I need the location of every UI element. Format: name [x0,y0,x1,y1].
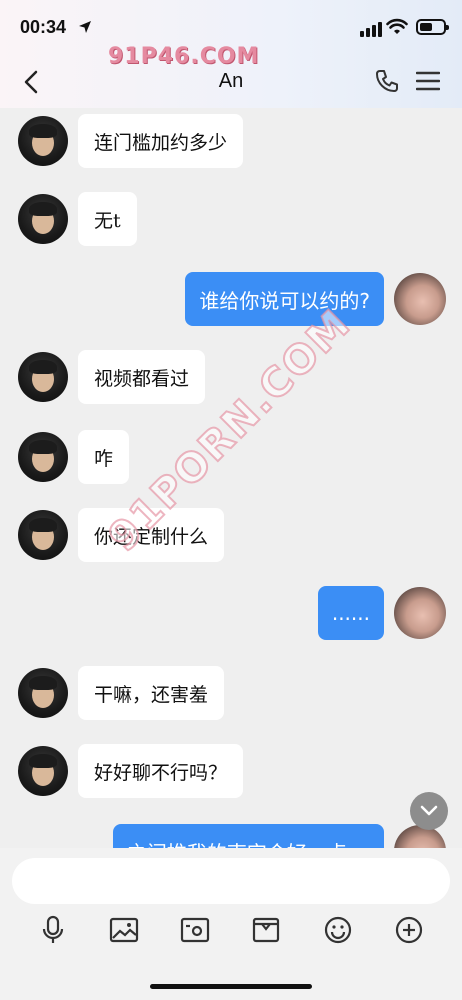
box-icon[interactable] [250,914,282,946]
battery-icon [416,19,449,35]
message-bubble-incoming[interactable]: 你还定制什么 [78,508,225,562]
composer [0,848,462,1000]
composer-toolbar [0,914,462,948]
plus-icon[interactable] [393,914,425,946]
microphone-icon[interactable] [37,914,69,946]
scroll-to-bottom-button[interactable] [410,792,448,830]
contact-avatar[interactable] [18,352,68,402]
message-row: 之间推我的南宫会好一点 ✏ [112,824,446,848]
message-input[interactable] [12,858,450,904]
message-bubble-outgoing[interactable]: ...... [317,586,384,640]
home-indicator[interactable] [150,984,312,989]
menu-icon[interactable] [416,70,440,92]
phone-icon[interactable] [374,68,400,94]
message-bubble-incoming[interactable]: 无t [78,192,137,246]
contact-avatar[interactable] [18,746,68,796]
status-time: 00:34 [20,17,67,37]
message-row: 干嘛，还害羞 [18,666,225,720]
message-bubble-incoming[interactable]: 干嘛，还害羞 [78,666,225,720]
message-row: 好好聊不行吗？ [18,744,244,798]
wifi-icon [386,18,408,34]
message-row: 咋 [18,430,130,484]
message-row: 谁给你说可以约的? [185,272,446,326]
message-bubble-outgoing[interactable]: 谁给你说可以约的? [185,272,384,326]
image-icon[interactable] [108,914,140,946]
message-row: 连门槛加约多少 [18,114,244,168]
cellular-signal-icon [360,22,382,37]
my-avatar[interactable] [394,587,446,639]
watermark-logo: 91P46.COM [108,44,260,69]
location-arrow-icon [79,21,91,33]
contact-avatar[interactable] [18,668,68,718]
message-row: ...... [317,586,446,640]
message-row: 视频都看过 [18,350,206,404]
message-bubble-incoming[interactable]: 连门槛加约多少 [78,114,244,168]
message-bubble-incoming[interactable]: 咋 [78,430,130,484]
chevron-down-icon [420,805,438,816]
contact-avatar[interactable] [18,194,68,244]
message-bubble-outgoing[interactable]: 之间推我的南宫会好一点 ✏ [112,824,384,848]
my-avatar[interactable] [394,273,446,325]
contact-avatar[interactable] [18,510,68,560]
emoji-icon[interactable] [322,914,354,946]
my-avatar[interactable] [394,825,446,848]
message-row: 无t [18,192,137,246]
contact-avatar[interactable] [18,432,68,482]
message-bubble-incoming[interactable]: 好好聊不行吗？ [78,744,244,798]
chat-messages[interactable]: 连门槛加约多少 无t 谁给你说可以约的? 视频都看过 咋 你还定制什么 ....… [0,108,462,848]
message-row: 你还定制什么 [18,508,225,562]
contact-avatar[interactable] [18,116,68,166]
camera-icon[interactable] [179,914,211,946]
message-bubble-incoming[interactable]: 视频都看过 [78,350,206,404]
